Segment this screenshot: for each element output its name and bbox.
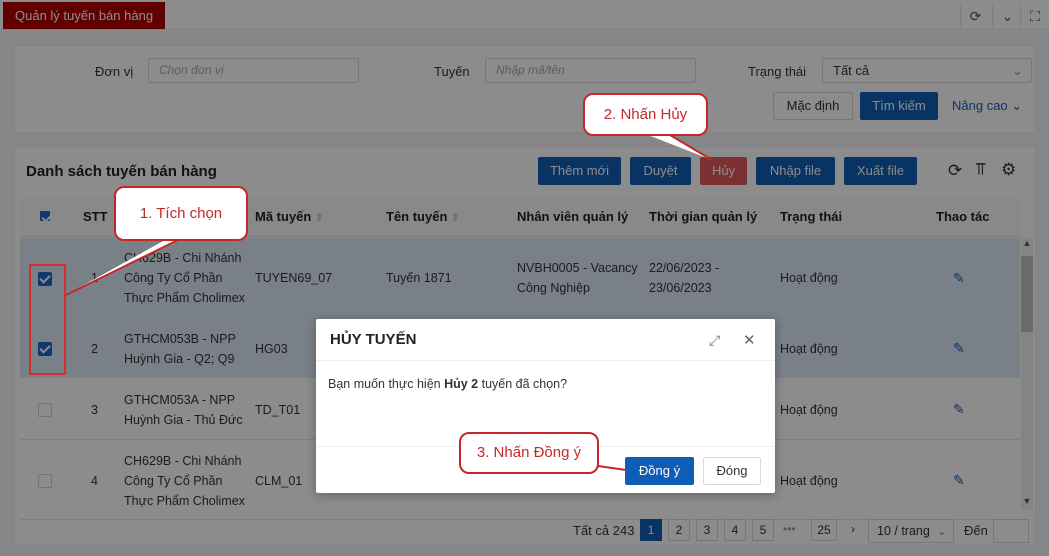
step2-pointer — [648, 134, 713, 161]
step3-pointer — [597, 455, 627, 471]
step1-callout: 1. Tích chọn — [114, 186, 248, 241]
step1-pointer — [65, 239, 179, 296]
step2-callout: 2. Nhấn Hủy — [583, 93, 708, 136]
step3-callout: 3. Nhấn Đồng ý — [459, 432, 599, 474]
